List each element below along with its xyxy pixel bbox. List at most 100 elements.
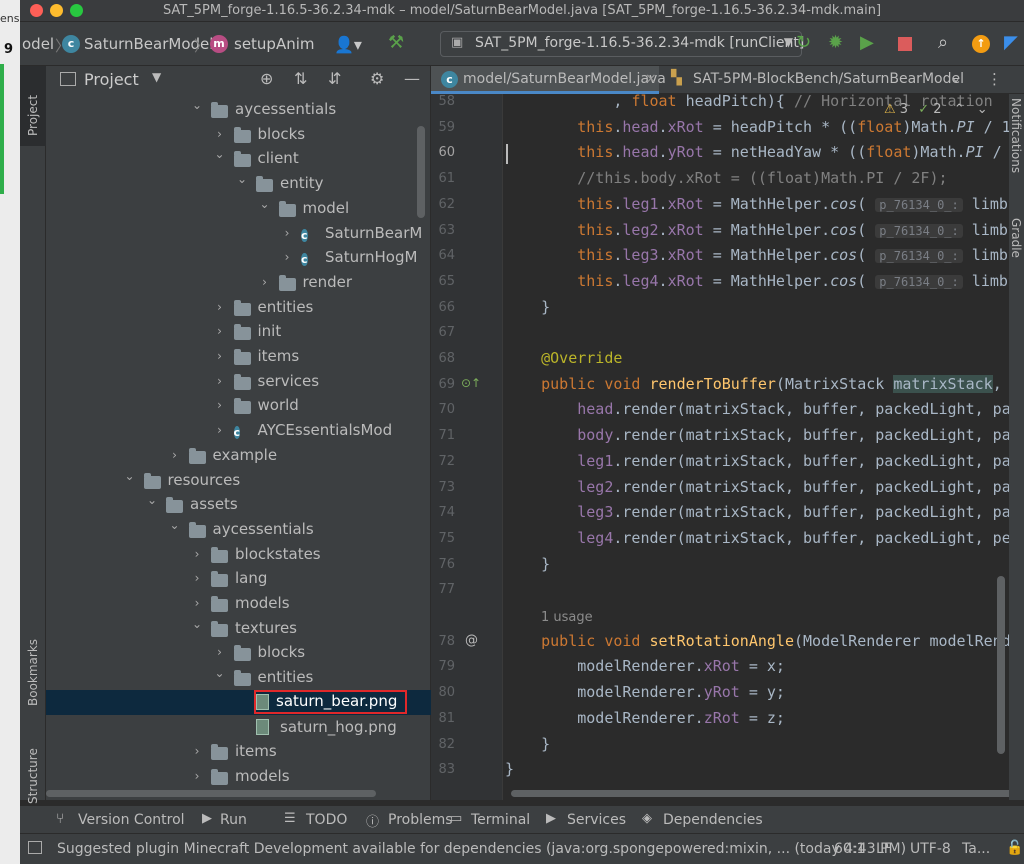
chevron-right-icon[interactable]: › bbox=[281, 250, 293, 264]
chevron-down-icon[interactable]: ⌄ bbox=[951, 71, 961, 85]
code-line[interactable]: modelRenderer.yRot = y; bbox=[505, 683, 785, 701]
chevron-down-icon[interactable]: ⌄ bbox=[191, 617, 203, 631]
tree-item[interactable]: › init bbox=[46, 319, 431, 344]
chevron-right-icon[interactable]: › bbox=[191, 744, 203, 758]
locate-crosshair-icon[interactable]: ⊕ bbox=[260, 69, 273, 88]
tree-item[interactable]: › models bbox=[46, 764, 431, 789]
structure-tool-label[interactable]: Structure bbox=[26, 748, 40, 804]
chevron-up-icon[interactable]: ⌃ bbox=[954, 102, 965, 117]
close-icon[interactable]: × bbox=[645, 71, 657, 87]
code-line[interactable]: //this.body.xRot = ((float)Math.PI / 2F)… bbox=[505, 169, 947, 187]
search-icon[interactable]: ⌕ bbox=[938, 32, 948, 53]
stop-icon[interactable] bbox=[898, 37, 912, 51]
gear-icon[interactable]: ⚙ bbox=[370, 69, 384, 88]
jetbrains-toolbox-icon[interactable]: ◤ bbox=[1004, 32, 1018, 53]
project-tool-tab[interactable]: Project bbox=[20, 66, 46, 146]
code-line[interactable]: this.leg2.xRot = MathHelper.cos( p_76134… bbox=[505, 221, 1024, 239]
debug-bug-icon[interactable]: ✹ bbox=[828, 32, 843, 53]
code-line[interactable]: modelRenderer.zRot = z; bbox=[505, 709, 785, 727]
build-hammer-icon[interactable]: ⚒ bbox=[388, 32, 404, 53]
tree-item[interactable]: ⌄ resources bbox=[46, 468, 431, 493]
project-panel-title[interactable]: Project bbox=[84, 70, 139, 89]
tree-item[interactable]: › entities bbox=[46, 295, 431, 320]
tree-item[interactable]: ⌄ entity bbox=[46, 171, 431, 196]
chevron-down-icon[interactable]: ⌄ bbox=[169, 518, 181, 532]
tree-item[interactable]: ⌄ client bbox=[46, 146, 431, 171]
chevron-right-icon[interactable]: › bbox=[214, 423, 226, 437]
chevron-down-icon[interactable]: ⌄ bbox=[214, 666, 226, 680]
problems-tool[interactable]: Problems bbox=[388, 812, 453, 828]
version-control-tool[interactable]: Version Control bbox=[78, 812, 185, 828]
code-line[interactable]: public void setRotationAngle(ModelRender… bbox=[505, 632, 1020, 650]
tree-item[interactable]: saturn_hog.png bbox=[46, 715, 431, 740]
usage-hint[interactable]: 1 usage bbox=[541, 610, 593, 625]
chevron-down-icon[interactable]: ⌄ bbox=[124, 469, 136, 483]
tree-item[interactable]: › c AYCEssentialsMod bbox=[46, 418, 431, 443]
hide-panel-icon[interactable]: — bbox=[404, 69, 420, 88]
tree-item[interactable]: ⌄ textures bbox=[46, 616, 431, 641]
chevron-right-icon[interactable]: › bbox=[214, 398, 226, 412]
code-line[interactable]: leg2.render(matrixStack, buffer, packedL… bbox=[505, 478, 1020, 496]
chevron-right-icon[interactable]: › bbox=[214, 324, 226, 338]
tree-item[interactable]: › services bbox=[46, 369, 431, 394]
code-line[interactable]: leg3.render(matrixStack, buffer, packedL… bbox=[505, 503, 1020, 521]
code-line[interactable]: @Override bbox=[505, 349, 622, 367]
bookmarks-tool-label[interactable]: Bookmarks bbox=[26, 639, 40, 706]
status-message[interactable]: Suggested plugin Minecraft Development a… bbox=[57, 841, 906, 857]
more-options-icon[interactable]: ⋮ bbox=[987, 70, 1002, 88]
tree-item[interactable]: › items bbox=[46, 344, 431, 369]
editor-horizontal-scrollbar[interactable] bbox=[511, 790, 1021, 797]
file-encoding[interactable]: UTF-8 bbox=[910, 841, 951, 857]
line-separator[interactable]: LF bbox=[876, 841, 892, 857]
inspection-widget[interactable]: ⚠ 3 ✓ 2 ⌃ ⌄ bbox=[884, 102, 988, 117]
notifications-tool-label[interactable]: Notifications bbox=[1009, 98, 1023, 173]
code-line[interactable]: } bbox=[505, 760, 514, 778]
chevron-down-icon[interactable]: ⌄ bbox=[236, 172, 248, 186]
usage-gutter-icon[interactable]: @ bbox=[465, 633, 478, 648]
chevron-right-icon[interactable]: › bbox=[214, 349, 226, 363]
tree-item[interactable]: ⌄ entities bbox=[46, 665, 431, 690]
tree-item[interactable]: › c SaturnBearM bbox=[46, 221, 431, 246]
tree-item[interactable]: › world bbox=[46, 393, 431, 418]
breadcrumb-method[interactable]: setupAnim bbox=[234, 35, 315, 53]
tree-item[interactable]: › items bbox=[46, 739, 431, 764]
chevron-right-icon[interactable]: › bbox=[259, 275, 271, 289]
toggle-tool-windows-icon[interactable] bbox=[28, 841, 42, 854]
tree-item[interactable]: › blockstates bbox=[46, 542, 431, 567]
chevron-down-icon[interactable]: ⌄ bbox=[977, 102, 988, 117]
tree-item[interactable]: › render bbox=[46, 270, 431, 295]
dependencies-tool[interactable]: Dependencies bbox=[663, 812, 763, 828]
code-line[interactable]: this.leg3.xRot = MathHelper.cos( p_76134… bbox=[505, 246, 1024, 264]
tab-blockbench-model[interactable]: ▚ SAT-5PM-BlockBench/SaturnBearModel bbox=[663, 66, 973, 94]
editor-vertical-scrollbar[interactable] bbox=[997, 576, 1005, 754]
project-vertical-scrollbar[interactable] bbox=[417, 126, 425, 218]
override-gutter-icon[interactable]: ⊙↑ bbox=[461, 376, 481, 390]
code-line[interactable]: } bbox=[505, 735, 550, 753]
tree-item[interactable]: › lang bbox=[46, 566, 431, 591]
code-line[interactable]: leg4.render(matrixStack, buffer, packedL… bbox=[505, 529, 1020, 547]
gradle-tool-label[interactable]: Gradle bbox=[1009, 218, 1023, 258]
code-line[interactable]: modelRenderer.xRot = x; bbox=[505, 657, 785, 675]
breadcrumb-folder[interactable]: odel bbox=[22, 35, 54, 53]
chevron-down-icon[interactable]: ⌄ bbox=[214, 147, 226, 161]
chevron-down-icon[interactable]: ⌄ bbox=[259, 197, 271, 211]
tree-item[interactable]: › c SaturnHogM bbox=[46, 245, 431, 270]
chevron-down-icon[interactable]: ▼ bbox=[152, 70, 161, 84]
chevron-down-icon[interactable]: ⌄ bbox=[191, 98, 203, 112]
chevron-right-icon[interactable]: › bbox=[191, 547, 203, 561]
chevron-right-icon[interactable]: › bbox=[214, 374, 226, 388]
tab-saturnbearmodel[interactable]: c model/SaturnBearModel.java × bbox=[431, 66, 666, 94]
collapse-all-icon[interactable]: ⇵ bbox=[328, 69, 341, 88]
expand-all-icon[interactable]: ⇅ bbox=[294, 69, 307, 88]
tree-item[interactable]: › blocks bbox=[46, 640, 431, 665]
code-line[interactable]: this.head.yRot = netHeadYaw * ((float)Ma… bbox=[505, 143, 1020, 161]
tree-item[interactable]: ⌄ model bbox=[46, 196, 431, 221]
run-tool[interactable]: Run bbox=[220, 812, 247, 828]
code-line[interactable]: this.leg1.xRot = MathHelper.cos( p_76134… bbox=[505, 195, 1024, 213]
run-config-selector[interactable]: ▣ SAT_5PM_forge-1.16.5-36.2.34-mdk [runC… bbox=[440, 31, 804, 57]
update-icon[interactable]: ↑ bbox=[972, 35, 990, 53]
rerun-icon[interactable]: ↻ bbox=[796, 32, 811, 53]
chevron-right-icon[interactable]: › bbox=[214, 645, 226, 659]
services-tool[interactable]: Services bbox=[567, 812, 626, 828]
tree-item[interactable]: ⌄ aycessentials bbox=[46, 97, 431, 122]
